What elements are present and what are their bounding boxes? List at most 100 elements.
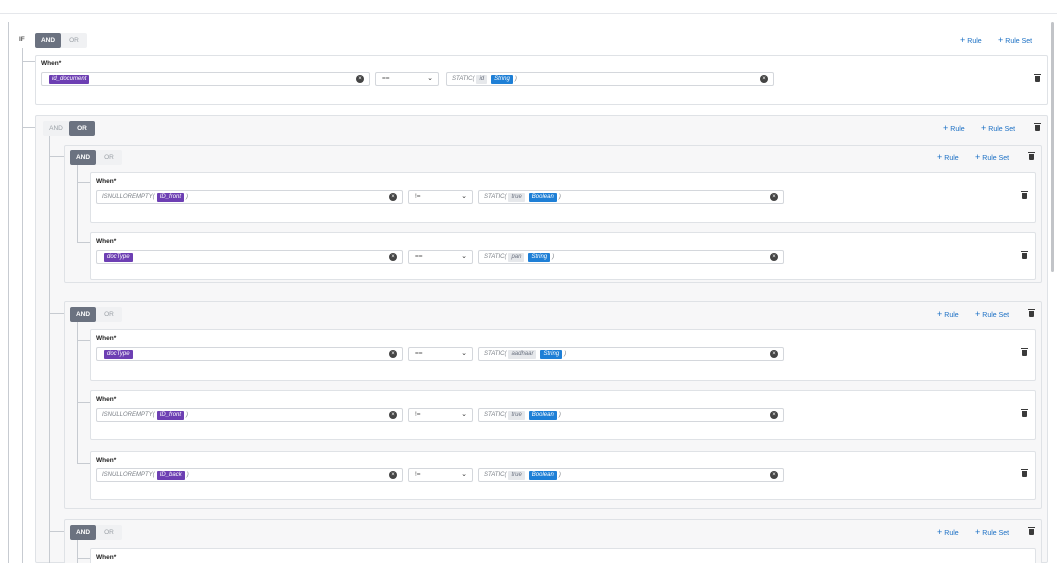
when-label: When* [96, 457, 117, 464]
toggle-or[interactable]: OR [96, 307, 122, 322]
field-select[interactable]: docType × [96, 347, 403, 361]
root-outer-line [8, 22, 9, 563]
chevron-down-icon: ⌄ [461, 471, 467, 478]
rule-card [90, 548, 1036, 563]
close-circle-icon[interactable]: × [389, 411, 397, 419]
close-circle-icon[interactable]: × [770, 193, 778, 201]
add-rule-button[interactable]: + Rule [960, 35, 982, 45]
tree-connector [49, 531, 65, 532]
close-circle-icon[interactable]: × [760, 75, 768, 83]
group-tree-line [77, 165, 78, 243]
trash-icon[interactable] [1034, 74, 1041, 82]
tree-connector [22, 127, 36, 128]
trash-icon[interactable] [1028, 527, 1035, 535]
toggle-or[interactable]: OR [61, 33, 87, 48]
chevron-down-icon: ⌄ [461, 350, 467, 357]
operator-select[interactable]: == ⌄ [375, 72, 439, 86]
trash-icon[interactable] [1021, 348, 1028, 356]
value-input[interactable]: STATIC( true Boolean ) × [478, 408, 784, 422]
add-rule-set-button[interactable]: + Rule Set [981, 123, 1015, 133]
root-tree-line [22, 48, 23, 563]
close-circle-icon[interactable]: × [389, 350, 397, 358]
trash-icon[interactable] [1021, 251, 1028, 259]
chevron-down-icon: ⌄ [427, 75, 433, 82]
close-circle-icon[interactable]: × [770, 253, 778, 261]
add-rule-button[interactable]: + Rule [943, 123, 965, 133]
close-circle-icon[interactable]: × [770, 350, 778, 358]
value-input[interactable]: STATIC( true Boolean ) × [478, 190, 784, 204]
value-tag: true [508, 410, 525, 420]
add-rule-set-button[interactable]: + Rule Set [975, 152, 1009, 162]
trash-icon[interactable] [1028, 152, 1035, 160]
plus-icon: + [937, 309, 943, 319]
close-circle-icon[interactable]: × [356, 75, 364, 83]
group-tree-line [77, 322, 78, 464]
when-label: When* [96, 238, 117, 245]
toggle-and[interactable]: AND [43, 121, 69, 136]
operator-select[interactable]: == ⌄ [408, 347, 473, 361]
plus-icon: + [975, 527, 981, 537]
trash-icon[interactable] [1021, 191, 1028, 199]
tree-connector [77, 242, 91, 243]
trash-icon[interactable] [1034, 123, 1041, 131]
field-select[interactable]: ISNULLOREMPTY( ID_front ) × [96, 190, 403, 204]
add-rule-set-button[interactable]: + Rule Set [998, 35, 1032, 45]
value-tag: true [508, 470, 525, 480]
group-and-or-toggle[interactable]: AND OR [70, 307, 122, 322]
trash-icon[interactable] [1028, 309, 1035, 317]
trash-icon[interactable] [1021, 409, 1028, 417]
close-circle-icon[interactable]: × [389, 193, 397, 201]
field-select[interactable]: id_document × [41, 72, 370, 86]
add-rule-set-button[interactable]: + Rule Set [975, 309, 1009, 319]
add-rule-button[interactable]: + Rule [937, 309, 959, 319]
chevron-down-icon: ⌄ [461, 193, 467, 200]
toggle-and[interactable]: AND [70, 525, 96, 540]
if-label: IF [19, 36, 25, 43]
add-rule-button[interactable]: + Rule [937, 527, 959, 537]
group-and-or-toggle[interactable]: AND OR [70, 525, 122, 540]
toggle-or[interactable]: OR [96, 525, 122, 540]
trash-icon[interactable] [1021, 469, 1028, 477]
value-input[interactable]: STATIC( id String ) × [446, 72, 774, 86]
value-input[interactable]: STATIC( pan String ) × [478, 250, 784, 264]
value-tag: aadhaar [508, 349, 537, 359]
toggle-or[interactable]: OR [69, 121, 95, 136]
root-and-or-toggle[interactable]: AND OR [35, 33, 87, 48]
toggle-and[interactable]: AND [70, 307, 96, 322]
close-circle-icon[interactable]: × [770, 471, 778, 479]
type-tag: Boolean [528, 470, 557, 480]
group-and-or-toggle[interactable]: AND OR [43, 121, 95, 136]
value-tag: pan [508, 252, 525, 262]
tree-connector [77, 182, 91, 183]
group-tree-line [77, 540, 78, 563]
scrollbar[interactable] [1051, 22, 1054, 272]
field-select[interactable]: ISNULLOREMPTY( ID_front ) × [96, 408, 403, 422]
toggle-and[interactable]: AND [70, 150, 96, 165]
add-rule-button[interactable]: + Rule [937, 152, 959, 162]
group-and-or-toggle[interactable]: AND OR [70, 150, 122, 165]
tree-connector [77, 558, 91, 559]
operator-select[interactable]: != ⌄ [408, 408, 473, 422]
when-label: When* [96, 335, 117, 342]
operator-select[interactable]: != ⌄ [408, 190, 473, 204]
group-tree-line [49, 136, 50, 563]
operator-select[interactable]: != ⌄ [408, 468, 473, 482]
field-tag: ID_back [156, 470, 185, 480]
value-input[interactable]: STATIC( aadhaar String ) × [478, 347, 784, 361]
field-select[interactable]: ISNULLOREMPTY( ID_back ) × [96, 468, 403, 482]
toggle-or[interactable]: OR [96, 150, 122, 165]
add-rule-set-button[interactable]: + Rule Set [975, 527, 1009, 537]
close-circle-icon[interactable]: × [389, 253, 397, 261]
top-divider [0, 13, 1057, 14]
close-circle-icon[interactable]: × [389, 471, 397, 479]
value-tag: id [476, 74, 488, 84]
field-select[interactable]: docType × [96, 250, 403, 264]
type-tag: Boolean [528, 410, 557, 420]
plus-icon: + [937, 152, 943, 162]
close-circle-icon[interactable]: × [770, 411, 778, 419]
when-label: When* [96, 178, 117, 185]
plus-icon: + [943, 123, 949, 133]
value-input[interactable]: STATIC( true Boolean ) × [478, 468, 784, 482]
toggle-and[interactable]: AND [35, 33, 61, 48]
operator-select[interactable]: == ⌄ [408, 250, 473, 264]
